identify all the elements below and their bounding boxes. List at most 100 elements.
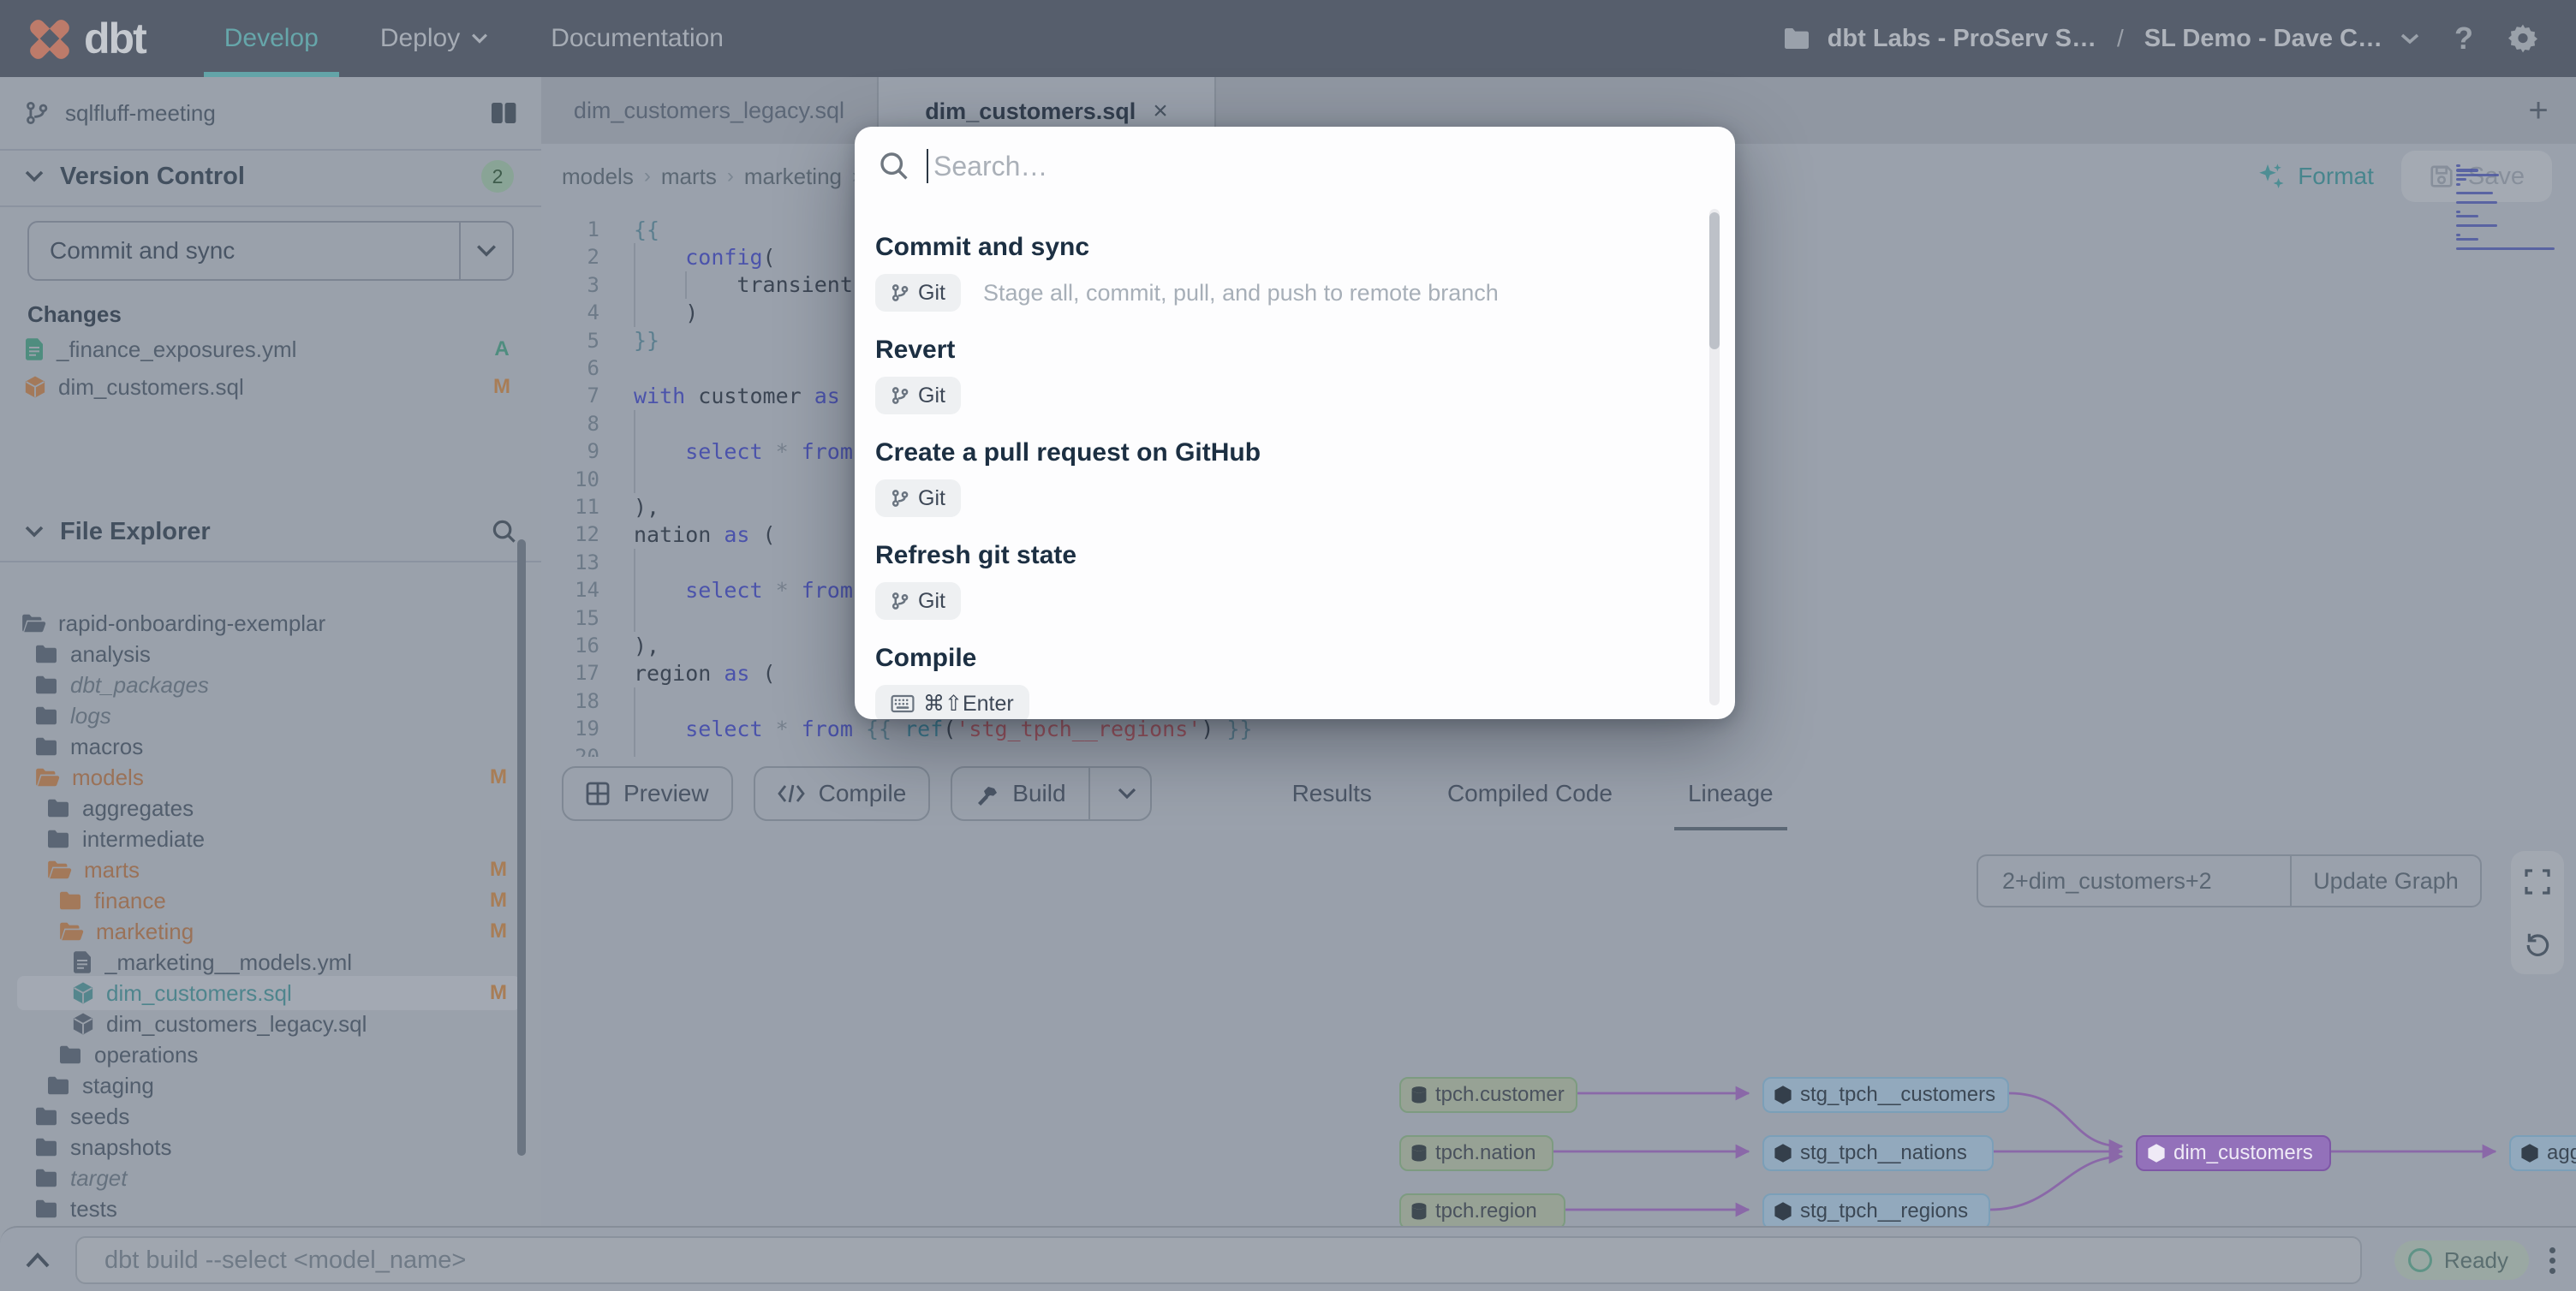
tree-folder-seeds[interactable]: seeds xyxy=(0,1101,541,1132)
code-token: from xyxy=(802,578,853,603)
tree-folder-snapshots[interactable]: snapshots xyxy=(0,1132,541,1163)
tree-folder-rapid-onboarding-exemplar[interactable]: rapid-onboarding-exemplar xyxy=(0,608,541,639)
lineage-node-label: agg_regions_segments xyxy=(2547,1141,2576,1165)
preview-button[interactable]: Preview xyxy=(562,766,733,821)
lineage-selector-input[interactable]: 2+dim_customers+2 xyxy=(1977,854,2290,907)
tree-folder-models[interactable]: modelsM xyxy=(0,762,541,793)
palette-search-row[interactable]: Search… xyxy=(855,127,1735,205)
indent-guide xyxy=(634,410,635,437)
tree-file-dim-customers-sql[interactable]: dim_customers.sqlM xyxy=(0,978,541,1008)
lineage-node-tpch-nation[interactable]: tpch.nation xyxy=(1399,1135,1553,1171)
editor-tab[interactable]: dim_customers_legacy.sql xyxy=(541,77,879,144)
tree-folder-staging[interactable]: staging xyxy=(0,1070,541,1101)
tree-folder-marketing[interactable]: marketingM xyxy=(0,916,541,947)
code-token: 'stg_tpch__regions' xyxy=(956,717,1201,741)
nav-item-deploy[interactable]: Deploy xyxy=(349,0,520,77)
lineage-panel: tpch.customer stg_tpch__customers tpch.nat… xyxy=(541,830,2576,1226)
tree-folder-macros[interactable]: macros xyxy=(0,731,541,762)
chevron-down-icon[interactable] xyxy=(2400,32,2420,45)
command-placeholder: dbt build --select <model_name> xyxy=(104,1246,466,1275)
lineage-node-agg-regions-segments[interactable]: agg_regions_segments xyxy=(2509,1135,2576,1171)
lineage-node-dim-customers[interactable]: dim_customers xyxy=(2136,1135,2331,1171)
git-branch-icon xyxy=(24,99,50,127)
changed-file-row[interactable]: dim_customers.sqlM xyxy=(24,371,514,403)
file-tree-scrollbar[interactable] xyxy=(517,539,526,1156)
palette-item-refresh-git-state[interactable]: Refresh git stateGit xyxy=(875,541,1684,620)
nav-item-label: Develop xyxy=(224,24,319,53)
build-button[interactable]: Build xyxy=(951,766,1151,821)
commit-options-dropdown[interactable] xyxy=(461,223,512,279)
new-tab-button[interactable]: + xyxy=(2501,77,2576,144)
tree-folder-finance[interactable]: financeM xyxy=(0,885,541,916)
compile-button[interactable]: Compile xyxy=(754,766,931,821)
model-cube-icon xyxy=(2146,1143,2167,1163)
open-docs-panel-icon[interactable] xyxy=(490,101,517,125)
lineage-node-tpch-customer[interactable]: tpch.customer xyxy=(1399,1077,1577,1113)
tree-file--marketing-models-yml[interactable]: _marketing__models.yml xyxy=(0,947,541,978)
build-options-dropdown[interactable] xyxy=(1104,768,1150,819)
tree-folder-dbt-packages[interactable]: dbt_packages xyxy=(0,669,541,700)
collapse-panel-icon[interactable] xyxy=(0,1252,75,1269)
tree-folder-intermediate[interactable]: intermediate xyxy=(0,824,541,854)
changed-file-row[interactable]: _finance_exposures.ymlA xyxy=(24,333,514,366)
commit-and-sync-button[interactable]: Commit and sync xyxy=(27,221,514,281)
tree-item-label: _marketing__models.yml xyxy=(104,949,541,976)
modified-badge: M xyxy=(486,919,510,943)
breadcrumb-item[interactable]: marketing xyxy=(744,164,842,190)
tree-folder-target[interactable]: target xyxy=(0,1163,541,1193)
branch-name: sqlfluff-meeting xyxy=(65,100,490,127)
reset-view-icon[interactable] xyxy=(2524,930,2551,957)
tree-folder-operations[interactable]: operations xyxy=(0,1039,541,1070)
environment-selector[interactable]: SL Demo - Dave C… xyxy=(2144,25,2382,53)
breadcrumb-item[interactable]: marts xyxy=(661,164,717,190)
command-input[interactable]: dbt build --select <model_name> xyxy=(75,1236,2362,1284)
git-badge-label: Git xyxy=(918,486,945,511)
result-tab-lineage[interactable]: Lineage xyxy=(1650,757,1811,830)
code-token: as xyxy=(724,661,749,686)
lineage-node-stg-tpch-regions[interactable]: stg_tpch__regions xyxy=(1762,1193,1990,1226)
code-minimap[interactable] xyxy=(2456,164,2566,243)
help-icon[interactable]: ? xyxy=(2454,21,2473,57)
version-control-title: Version Control xyxy=(60,163,481,191)
palette-item-compile[interactable]: Compile⌘⇧Enter xyxy=(875,644,1684,719)
version-control-header[interactable]: Version Control 2 xyxy=(24,151,517,202)
source-database-icon xyxy=(1410,1144,1428,1163)
dbt-logo[interactable]: dbt xyxy=(27,14,146,63)
lineage-node-stg-tpch-nations[interactable]: stg_tpch__nations xyxy=(1762,1135,1994,1171)
lineage-node-stg-tpch-customers[interactable]: stg_tpch__customers xyxy=(1762,1077,2009,1113)
lineage-edge xyxy=(1990,1157,2122,1210)
format-button[interactable]: Format xyxy=(2257,162,2374,191)
git-branch-row[interactable]: sqlfluff-meeting xyxy=(24,91,517,135)
tree-folder-logs[interactable]: logs xyxy=(0,700,541,731)
nav-item-develop[interactable]: Develop xyxy=(194,0,349,77)
result-tab-results[interactable]: Results xyxy=(1255,757,1410,830)
tree-folder-analysis[interactable]: analysis xyxy=(0,639,541,669)
palette-scrollbar-thumb[interactable] xyxy=(1709,212,1720,349)
breadcrumb-item[interactable]: models xyxy=(562,164,634,190)
palette-item-revert[interactable]: RevertGit xyxy=(875,336,1684,414)
git-badge-label: Git xyxy=(918,281,945,306)
code-token: select xyxy=(685,578,762,603)
tree-folder-tests[interactable]: tests xyxy=(0,1193,541,1224)
kebab-menu-icon[interactable] xyxy=(2549,1247,2555,1274)
code-token: as xyxy=(724,522,749,547)
tree-item-label: aggregates xyxy=(82,795,541,822)
palette-item-commit-and-sync[interactable]: Commit and syncGitStage all, commit, pul… xyxy=(875,233,1684,312)
tab-label: dim_customers.sql xyxy=(925,98,1136,125)
settings-gear-icon[interactable] xyxy=(2507,23,2538,54)
code-token: }} xyxy=(1213,717,1252,741)
tree-file-dim-customers-legacy-sql[interactable]: dim_customers_legacy.sql xyxy=(0,1008,541,1039)
result-tab-compiled-code[interactable]: Compiled Code xyxy=(1410,757,1650,830)
update-graph-button[interactable]: Update Graph xyxy=(2290,854,2482,907)
fullscreen-icon[interactable] xyxy=(2525,869,2550,895)
git-chip: Git xyxy=(875,274,961,312)
lineage-node-tpch-region[interactable]: tpch.region xyxy=(1399,1193,1565,1226)
tree-folder-marts[interactable]: martsM xyxy=(0,854,541,885)
line-number: 8 xyxy=(541,410,599,437)
line-number: 15 xyxy=(541,604,599,632)
palette-item-create-a-pull-request-on-github[interactable]: Create a pull request on GitHubGit xyxy=(875,438,1684,517)
tree-folder-aggregates[interactable]: aggregates xyxy=(0,793,541,824)
project-selector[interactable]: dbt Labs - ProServ S… xyxy=(1828,25,2096,53)
close-icon[interactable]: × xyxy=(1153,97,1168,126)
nav-item-documentation[interactable]: Documentation xyxy=(520,0,754,77)
